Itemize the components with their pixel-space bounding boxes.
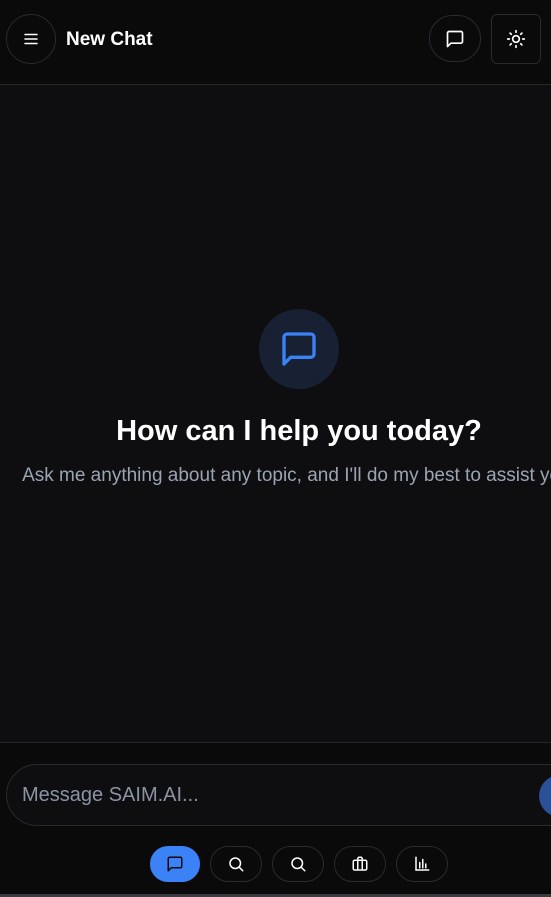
welcome-icon-bubble bbox=[259, 309, 339, 389]
page-title: New Chat bbox=[66, 29, 153, 50]
search-icon bbox=[227, 855, 245, 873]
new-chat-button[interactable] bbox=[429, 15, 481, 62]
menu-icon bbox=[22, 30, 40, 48]
message-square-icon bbox=[445, 29, 465, 49]
composer bbox=[0, 742, 551, 894]
message-square-icon bbox=[166, 855, 184, 873]
mode-deep-search-button[interactable] bbox=[272, 846, 324, 882]
message-input[interactable] bbox=[22, 775, 522, 815]
theme-toggle-button[interactable] bbox=[491, 14, 541, 64]
app: New Chat How can I help you today? Ask m… bbox=[0, 0, 551, 897]
mode-search-button[interactable] bbox=[210, 846, 262, 882]
mode-briefcase-button[interactable] bbox=[334, 846, 386, 882]
briefcase-icon bbox=[351, 855, 369, 873]
welcome-subtitle: Ask me anything about any topic, and I'l… bbox=[22, 465, 551, 486]
mode-chat-button[interactable] bbox=[150, 846, 200, 882]
sun-icon bbox=[506, 29, 526, 49]
message-box bbox=[6, 764, 551, 826]
mode-chart-button[interactable] bbox=[396, 846, 448, 882]
bar-chart-icon bbox=[413, 855, 431, 873]
welcome-heading: How can I help you today? bbox=[116, 415, 482, 447]
message-square-icon bbox=[279, 329, 319, 369]
header: New Chat bbox=[0, 0, 551, 85]
mode-toolbar bbox=[0, 846, 551, 882]
search-icon bbox=[289, 855, 307, 873]
menu-button[interactable] bbox=[6, 14, 56, 64]
send-button[interactable] bbox=[539, 775, 551, 817]
